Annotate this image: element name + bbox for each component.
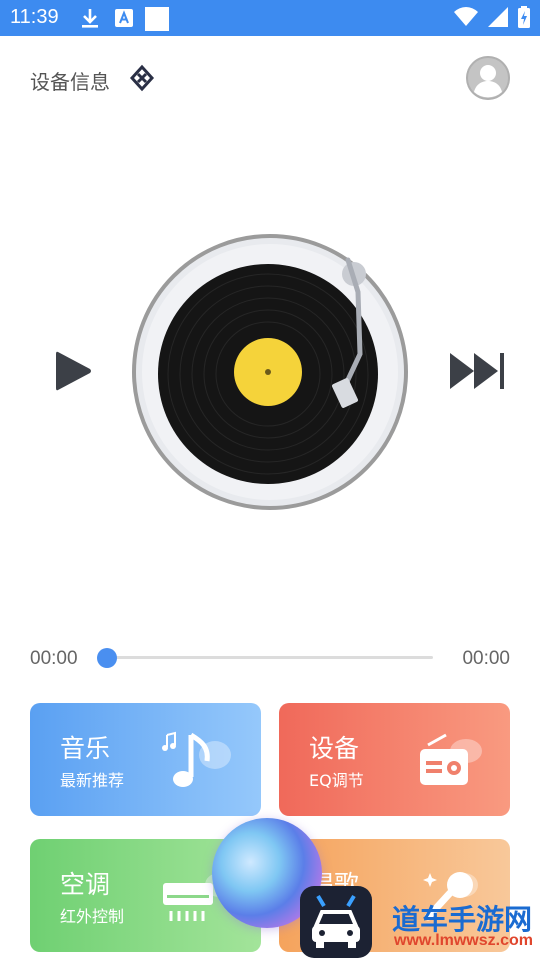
card-title: 空调: [60, 870, 111, 899]
watermark-url: www.lmwwsz.com: [394, 932, 533, 949]
music-note-icon: [162, 731, 231, 787]
wifi-icon: [454, 7, 478, 27]
progress-track[interactable]: [108, 656, 433, 659]
play-icon: [56, 351, 91, 391]
card-title: 音乐: [60, 734, 111, 763]
card-device[interactable]: 设备 EQ调节: [279, 703, 510, 816]
progress-thumb[interactable]: [97, 648, 117, 668]
card-subtitle: 红外控制: [60, 907, 125, 926]
radio-icon: [420, 733, 482, 785]
battery-icon: [518, 6, 530, 28]
total-time: 00:00: [462, 648, 510, 669]
vinyl-record: [158, 264, 378, 484]
translate-icon: [115, 9, 133, 27]
square-icon: [145, 7, 169, 31]
card-subtitle: EQ调节: [309, 771, 364, 790]
status-bar: 11:39: [0, 0, 540, 36]
car-logo-icon: [312, 894, 360, 948]
watermark-logo: [300, 886, 372, 958]
card-title: 设备: [309, 734, 360, 763]
next-track-button[interactable]: [448, 350, 508, 392]
card-subtitle: 最新推荐: [60, 771, 125, 790]
card-music[interactable]: 音乐 最新推荐: [30, 703, 261, 816]
skip-next-icon: [450, 353, 504, 389]
play-button[interactable]: [52, 348, 96, 394]
page-title[interactable]: 设备信息: [30, 66, 110, 95]
user-avatar-icon: [466, 56, 510, 100]
diamond-link-icon[interactable]: [128, 64, 156, 92]
signal-icon: [488, 7, 508, 27]
vinyl-turntable: [132, 234, 408, 510]
download-icon: [82, 9, 98, 28]
status-icons: [454, 6, 530, 28]
current-time: 00:00: [30, 648, 78, 669]
avatar[interactable]: [466, 56, 510, 100]
status-time: 11:39: [10, 6, 59, 28]
